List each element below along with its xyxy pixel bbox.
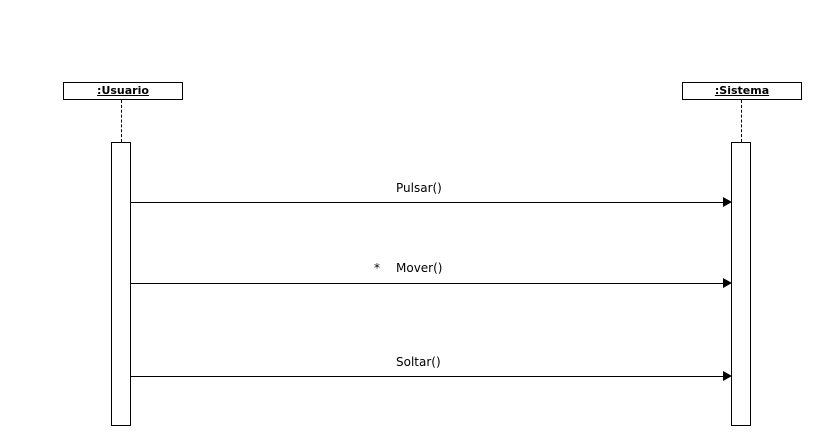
message-mover-line[interactable] <box>131 283 724 284</box>
lifeline-usuario <box>121 100 122 142</box>
message-mover-iteration-marker: * <box>374 261 380 275</box>
message-mover-label[interactable]: Mover() <box>396 261 442 275</box>
sequence-diagram: :Usuario :Sistema Pulsar() * Mover() Sol… <box>0 0 822 448</box>
participant-usuario[interactable]: :Usuario <box>63 82 183 100</box>
participant-sistema[interactable]: :Sistema <box>682 82 802 100</box>
participant-usuario-label: :Usuario <box>97 84 149 97</box>
message-soltar-line[interactable] <box>131 376 724 377</box>
message-pulsar-label[interactable]: Pulsar() <box>396 181 442 195</box>
activation-bar-usuario <box>111 142 131 426</box>
lifeline-sistema <box>741 100 742 142</box>
activation-bar-sistema <box>731 142 751 426</box>
participant-sistema-label: :Sistema <box>714 84 770 97</box>
message-soltar-arrowhead-icon <box>723 371 732 381</box>
message-soltar-label[interactable]: Soltar() <box>396 355 441 369</box>
message-pulsar-line[interactable] <box>131 202 724 203</box>
message-pulsar-arrowhead-icon <box>723 197 732 207</box>
message-mover-arrowhead-icon <box>723 278 732 288</box>
